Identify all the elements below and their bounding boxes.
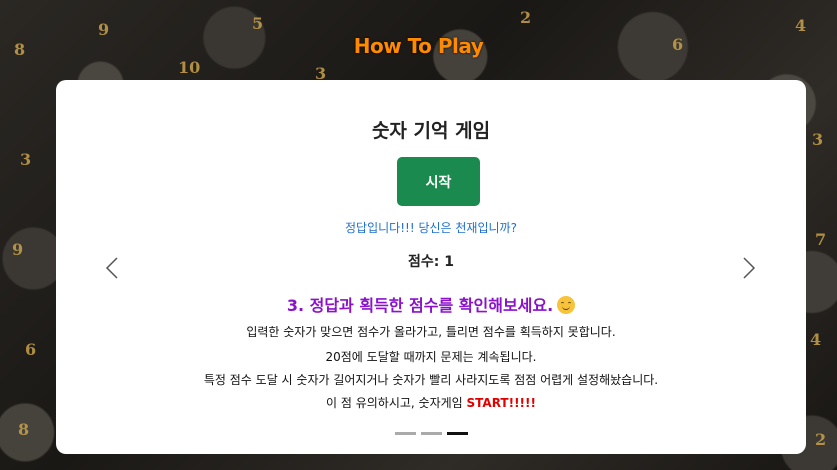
status-message: 정답입니다!!! 당신은 천재입니까? [345,221,517,235]
die-number: 7 [815,230,827,249]
description-line-final: 이 점 유의하시고, 숫자게임 START!!!!! [56,394,806,411]
step-heading-text: 3. 정답과 획득한 점수를 확인해보세요. [286,296,554,315]
die-number: 3 [812,130,824,149]
die-number: 2 [520,8,532,27]
die-number: 5 [252,14,264,33]
die-number: 8 [18,420,30,439]
chevron-left-icon[interactable] [105,257,119,279]
step-heading: 3. 정답과 획득한 점수를 확인해보세요. [56,292,806,316]
game-title: 숫자 기억 게임 [371,120,491,142]
description-final-text: 이 점 유의하시고, 숫자게임 [326,396,467,410]
carousel-indicator[interactable] [394,432,416,435]
page-title: How To Play [353,34,484,58]
start-highlight-text: START!!!!! [466,396,536,410]
carousel-indicator[interactable] [420,432,442,435]
die-number: 3 [20,150,32,169]
die-number: 6 [25,340,37,359]
how-to-play-card: 숫자 기억 게임 시작 정답입니다!!! 당신은 천재입니까? 점수: 1 3.… [56,80,806,454]
smiling-face-icon [557,296,576,314]
chevron-right-icon[interactable] [742,257,756,279]
description-line: 특정 점수 도달 시 숫자가 길어지거나 숫자가 빨리 사라지도록 점점 어렵게… [203,373,659,387]
start-button[interactable]: 시작 [397,157,480,206]
carousel-indicator-active[interactable] [446,432,468,435]
die-number: 2 [815,430,827,449]
die-number: 4 [795,16,807,35]
description-line: 20점에 도달할 때까지 문제는 계속됩니다. [325,350,537,364]
description-line: 입력한 숫자가 맞으면 점수가 올라가고, 틀리면 점수를 획득하지 못합니다. [246,325,616,339]
die-number: 4 [810,330,822,349]
carousel-indicators [56,432,806,435]
die-number: 9 [12,240,24,259]
die-number: 10 [178,58,201,77]
score-display: 점수: 1 [408,254,454,270]
